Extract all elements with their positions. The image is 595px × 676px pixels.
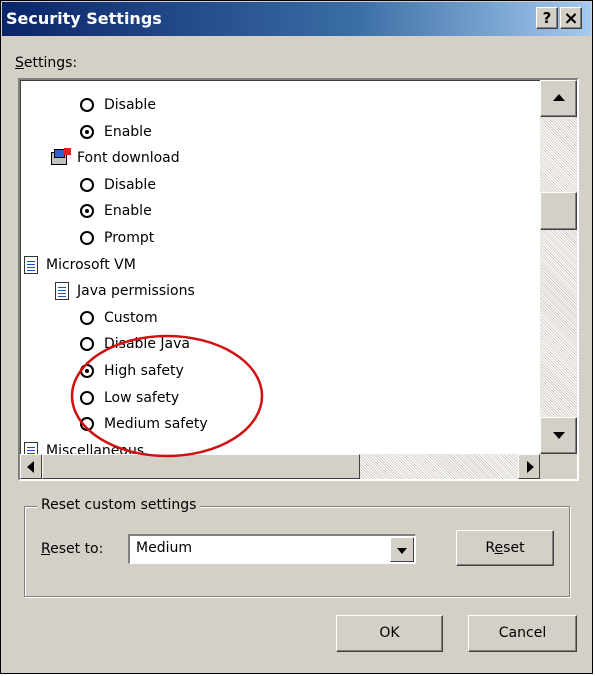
cancel-button[interactable]: Cancel <box>468 615 577 652</box>
scroll-up-button[interactable] <box>540 80 577 117</box>
radio-unchecked-icon[interactable] <box>80 98 94 112</box>
group-legend: Reset custom settings <box>37 497 201 513</box>
reset-button[interactable]: Reset <box>456 530 554 566</box>
tree-item-label: Microsoft VM <box>46 256 136 273</box>
settings-tree[interactable]: Disable Enable Font download Disable Enable P… <box>18 78 579 481</box>
window-title: Security Settings <box>6 9 162 28</box>
settings-label: Settings: <box>15 55 78 71</box>
horizontal-scrollbar[interactable] <box>20 454 540 479</box>
vertical-scroll-thumb[interactable] <box>540 192 577 230</box>
radio-checked-icon[interactable] <box>80 364 94 378</box>
ok-button[interactable]: OK <box>336 615 443 652</box>
reset-custom-settings-group: Reset custom settings Reset to: Medium R… <box>24 497 570 597</box>
tree-item-label: Disable <box>104 97 156 113</box>
tree-item-label: Java permissions <box>77 283 195 300</box>
radio-checked-icon[interactable] <box>80 124 94 139</box>
reset-to-label: Reset to: <box>41 541 104 557</box>
security-settings-dialog: Security Settings ? × Settings: Disable E… <box>0 0 593 674</box>
document-icon <box>24 441 38 454</box>
tree-item-label: Medium safety <box>104 416 208 433</box>
help-button[interactable]: ? <box>536 7 558 29</box>
tree-item-label: Enable <box>104 123 152 140</box>
tree-item-label: Miscellaneous <box>46 442 145 454</box>
tree-item-label: High safety <box>104 363 184 379</box>
radio-checked-icon[interactable] <box>80 204 94 219</box>
tree-item-label: Disable <box>104 176 156 193</box>
dropdown-arrow-button[interactable] <box>390 537 414 562</box>
scroll-left-button[interactable] <box>20 454 42 479</box>
tree-item-label: Prompt <box>104 230 155 246</box>
reset-level-select[interactable]: Medium <box>128 534 416 564</box>
vertical-scrollbar[interactable] <box>540 80 577 454</box>
tree-item-label: Custom <box>104 309 158 326</box>
document-icon <box>24 255 38 274</box>
tree-item-label: Low safety <box>104 389 180 406</box>
scroll-right-button[interactable] <box>518 454 540 479</box>
radio-unchecked-icon[interactable] <box>80 390 94 405</box>
title-bar[interactable]: Security Settings ? × <box>2 2 591 36</box>
tree-item-label: Disable Java <box>104 336 190 353</box>
reset-level-value: Medium <box>136 540 192 556</box>
tree-list: Disable Enable Font download Disable Enable P… <box>20 80 540 454</box>
chevron-down-icon <box>397 548 407 554</box>
radio-unchecked-icon[interactable] <box>80 231 94 245</box>
radio-unchecked-icon[interactable] <box>80 337 94 352</box>
scrollbar-corner <box>540 454 577 479</box>
font-download-icon <box>51 148 71 167</box>
horizontal-scroll-thumb[interactable] <box>42 454 360 479</box>
document-icon <box>55 282 69 301</box>
close-button[interactable]: × <box>560 7 582 29</box>
tree-item-label: Font download <box>77 150 180 167</box>
radio-unchecked-icon[interactable] <box>80 177 94 192</box>
radio-unchecked-icon[interactable] <box>80 310 94 325</box>
scroll-down-button[interactable] <box>540 417 577 454</box>
tree-item-label: Enable <box>104 203 152 220</box>
radio-unchecked-icon[interactable] <box>80 417 94 432</box>
